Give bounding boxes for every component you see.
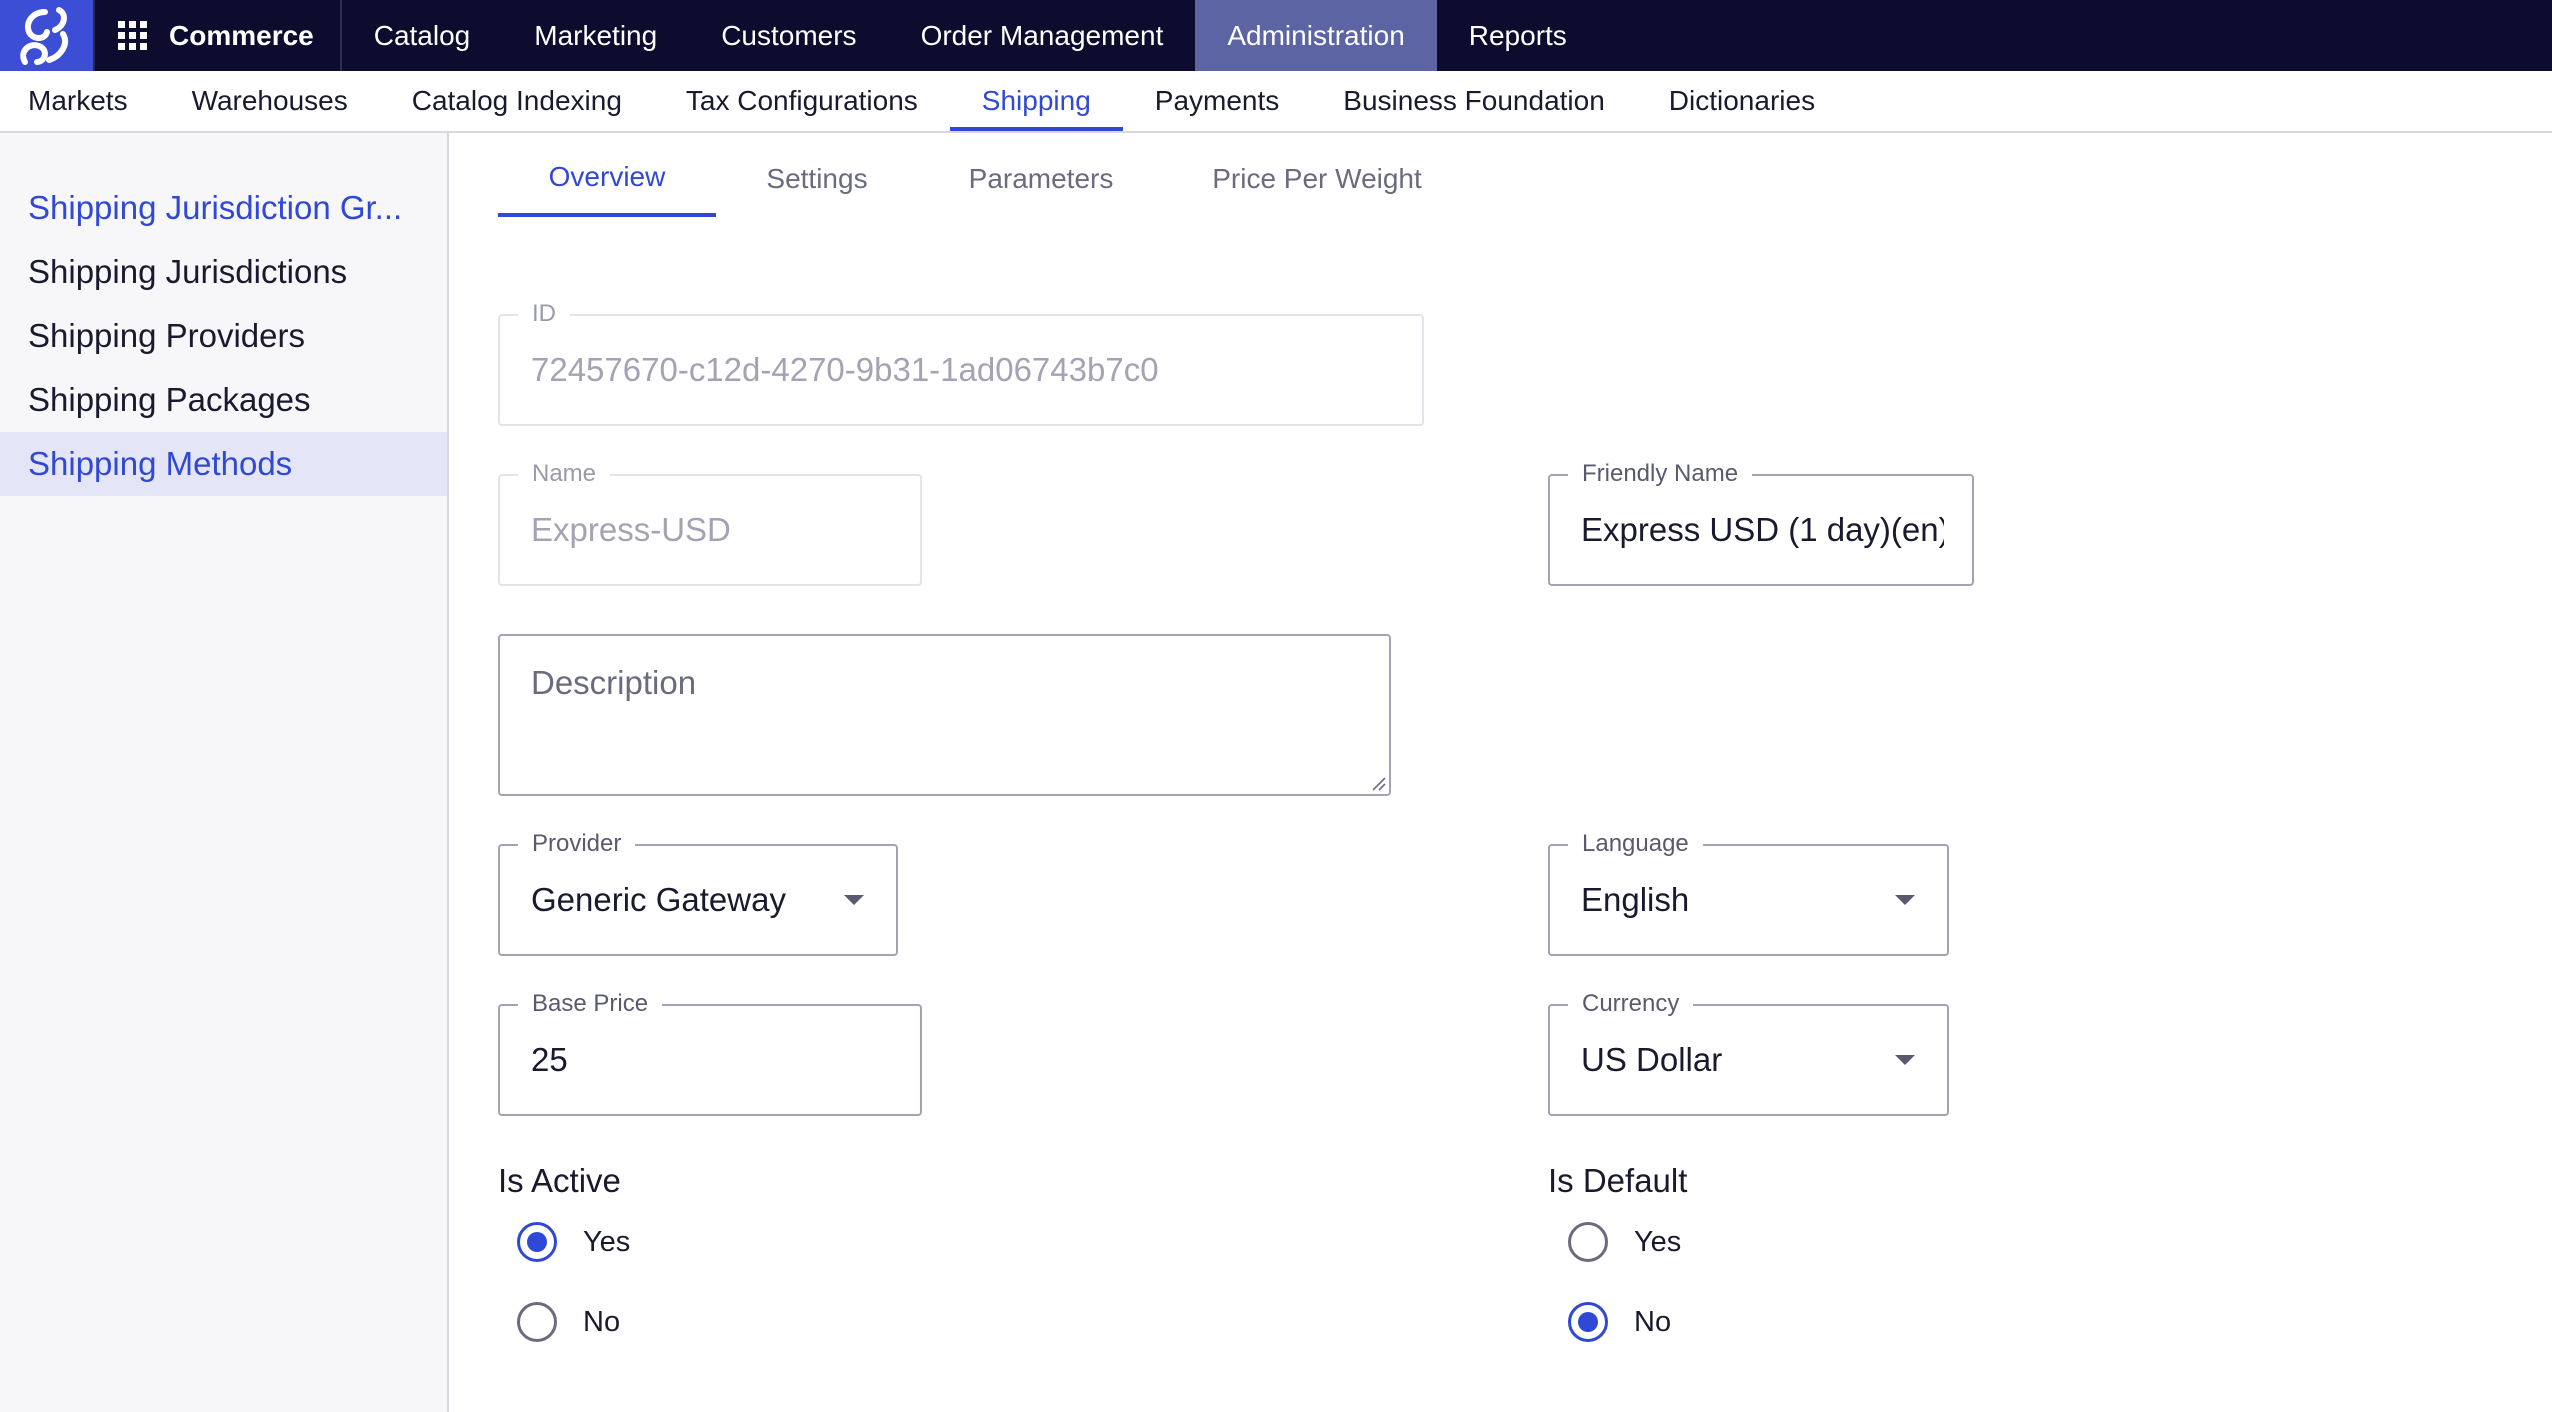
tab-price-per-weight[interactable]: Price Per Weight bbox=[1164, 140, 1470, 217]
is-default-yes-radio[interactable]: Yes bbox=[1568, 1222, 1681, 1262]
shipping-sidebar: Shipping Jurisdiction Gr... Shipping Jur… bbox=[0, 133, 449, 1412]
chevron-down-icon bbox=[1895, 1055, 1915, 1065]
topnav-catalog[interactable]: Catalog bbox=[342, 0, 503, 71]
is-default-no-label: No bbox=[1634, 1305, 1672, 1338]
is-active-yes-label: Yes bbox=[583, 1225, 631, 1258]
description-placeholder: Description bbox=[531, 664, 697, 701]
provider-value: Generic Gateway bbox=[531, 881, 786, 918]
tab-settings[interactable]: Settings bbox=[716, 140, 918, 217]
subnav-tax-configurations[interactable]: Tax Configurations bbox=[654, 71, 950, 131]
language-select[interactable]: Language English bbox=[1548, 831, 1949, 956]
top-navigation-bar: Commerce Catalog Marketing Customers Ord… bbox=[0, 0, 2552, 71]
is-active-label: Is Active bbox=[498, 1162, 621, 1199]
topnav-order-management[interactable]: Order Management bbox=[889, 0, 1196, 71]
name-value: Express-USD bbox=[531, 511, 731, 548]
chevron-down-icon bbox=[844, 895, 864, 905]
sidebar-item-shipping-providers[interactable]: Shipping Providers bbox=[0, 304, 447, 368]
friendly-name-value: Express USD (1 day)(en) bbox=[1581, 511, 1944, 548]
is-default-label: Is Default bbox=[1548, 1162, 1688, 1199]
admin-subnav: Markets Warehouses Catalog Indexing Tax … bbox=[0, 71, 2552, 133]
radio-checked-icon bbox=[517, 1222, 557, 1262]
radio-checked-icon bbox=[1568, 1302, 1608, 1342]
provider-select[interactable]: Provider Generic Gateway bbox=[498, 831, 898, 956]
sidebar-item-shipping-jurisdiction-groups[interactable]: Shipping Jurisdiction Gr... bbox=[0, 176, 447, 240]
subnav-catalog-indexing[interactable]: Catalog Indexing bbox=[380, 71, 654, 131]
subnav-markets[interactable]: Markets bbox=[28, 71, 160, 131]
topnav-administration[interactable]: Administration bbox=[1195, 0, 1437, 71]
id-value: 72457670-c12d-4270-9b31-1ad06743b7c0 bbox=[531, 351, 1159, 388]
sidebar-item-shipping-packages[interactable]: Shipping Packages bbox=[0, 368, 447, 432]
base-price-field[interactable]: Base Price 25 bbox=[498, 991, 922, 1116]
language-value: English bbox=[1581, 881, 1690, 918]
is-active-no-label: No bbox=[583, 1305, 621, 1338]
subnav-warehouses[interactable]: Warehouses bbox=[160, 71, 380, 131]
subnav-business-foundation[interactable]: Business Foundation bbox=[1311, 71, 1637, 131]
base-price-value: 25 bbox=[531, 1041, 568, 1078]
currency-select[interactable]: Currency US Dollar bbox=[1548, 991, 1949, 1116]
topnav-reports[interactable]: Reports bbox=[1437, 0, 1599, 71]
is-default-no-radio[interactable]: No bbox=[1568, 1302, 1671, 1342]
is-default-yes-label: Yes bbox=[1634, 1225, 1682, 1258]
app-grid-icon bbox=[118, 20, 147, 50]
tab-overview[interactable]: Overview bbox=[498, 140, 716, 217]
sidebar-item-shipping-methods[interactable]: Shipping Methods bbox=[0, 432, 447, 496]
currency-value: US Dollar bbox=[1581, 1041, 1723, 1078]
name-field: Name Express-USD bbox=[498, 461, 922, 586]
id-field: ID 72457670-c12d-4270-9b31-1ad06743b7c0 bbox=[498, 301, 1424, 426]
chevron-down-icon bbox=[1895, 895, 1915, 905]
sidebar-item-shipping-jurisdictions[interactable]: Shipping Jurisdictions bbox=[0, 240, 447, 304]
tab-parameters[interactable]: Parameters bbox=[918, 140, 1164, 217]
subnav-dictionaries[interactable]: Dictionaries bbox=[1637, 71, 1847, 131]
description-textarea[interactable]: Description bbox=[498, 634, 1391, 796]
radio-unchecked-icon bbox=[1568, 1222, 1608, 1262]
is-active-no-radio[interactable]: No bbox=[517, 1302, 620, 1342]
brand-logo[interactable] bbox=[0, 0, 95, 71]
radio-unchecked-icon bbox=[517, 1302, 557, 1342]
subnav-shipping[interactable]: Shipping bbox=[949, 71, 1123, 131]
topnav-customers[interactable]: Customers bbox=[689, 0, 888, 71]
subnav-payments[interactable]: Payments bbox=[1123, 71, 1312, 131]
app-name: Commerce bbox=[169, 19, 314, 51]
brand-logo-icon bbox=[19, 6, 68, 65]
app-switcher[interactable]: Commerce bbox=[95, 0, 342, 71]
topnav-marketing[interactable]: Marketing bbox=[502, 0, 689, 71]
is-active-yes-radio[interactable]: Yes bbox=[517, 1222, 630, 1262]
friendly-name-field[interactable]: Friendly Name Express USD (1 day)(en) bbox=[1548, 461, 1974, 586]
resize-handle-icon[interactable] bbox=[1370, 775, 1386, 791]
